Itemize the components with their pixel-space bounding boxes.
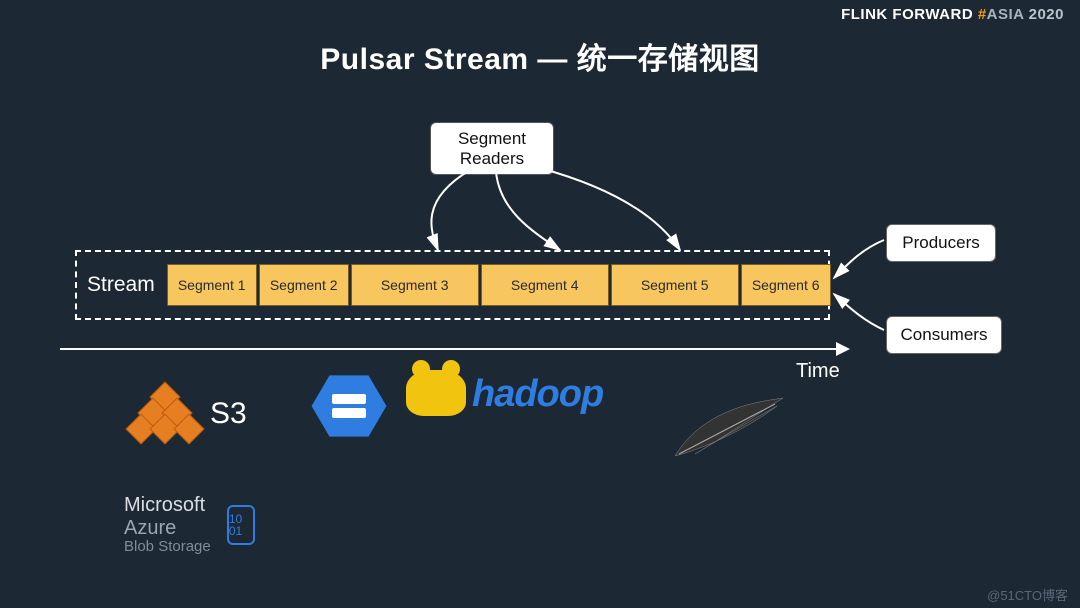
hadoop-elephant-icon: [406, 370, 466, 416]
aws-s3-logo: S3: [130, 386, 247, 442]
watermark: @51CTO博客: [987, 585, 1068, 604]
header-brand: FLINK FORWARD #ASIA 2020: [841, 6, 1064, 23]
producers-box: Producers: [886, 224, 996, 262]
brand-asia: ASIA: [987, 6, 1029, 23]
hadoop-text: hadoop: [472, 373, 603, 416]
segments-row: Segment 1 Segment 2 Segment 3 Segment 4 …: [167, 252, 833, 318]
time-label: Time: [796, 360, 840, 383]
segment-2: Segment 2: [259, 264, 349, 306]
segment-4: Segment 4: [481, 264, 609, 306]
stream-container: Stream Segment 1 Segment 2 Segment 3 Seg…: [75, 250, 830, 320]
slide-title: Pulsar Stream — 统一存储视图: [0, 34, 1080, 78]
brand-flink: FLINK FORWARD: [841, 6, 978, 23]
s3-cubes-icon: [130, 386, 202, 442]
consumers-box: Consumers: [886, 316, 1002, 354]
segment-readers-line1: Segment: [437, 129, 547, 149]
stream-label: Stream: [77, 273, 167, 297]
segment-readers-box: Segment Readers: [430, 122, 554, 175]
s3-label: S3: [210, 397, 247, 431]
segment-3: Segment 3: [351, 264, 479, 306]
segment-readers-line2: Readers: [437, 149, 547, 169]
apache-feather-icon: [665, 396, 785, 466]
azure-blob-logo: Microsoft Azure Blob Storage 10 01: [124, 494, 255, 555]
segment-6: Segment 6: [741, 264, 831, 306]
gcp-storage-icon: [310, 372, 390, 452]
segment-5: Segment 5: [611, 264, 739, 306]
brand-hash: #: [978, 6, 987, 23]
hadoop-logo: hadoop: [406, 370, 603, 416]
azure-badge-icon: 10 01: [227, 505, 255, 545]
azure-line1: Microsoft Azure: [124, 494, 217, 540]
brand-year: 2020: [1029, 6, 1064, 23]
segment-1: Segment 1: [167, 264, 257, 306]
time-axis: [60, 348, 848, 350]
azure-line2: Blob Storage: [124, 538, 217, 555]
